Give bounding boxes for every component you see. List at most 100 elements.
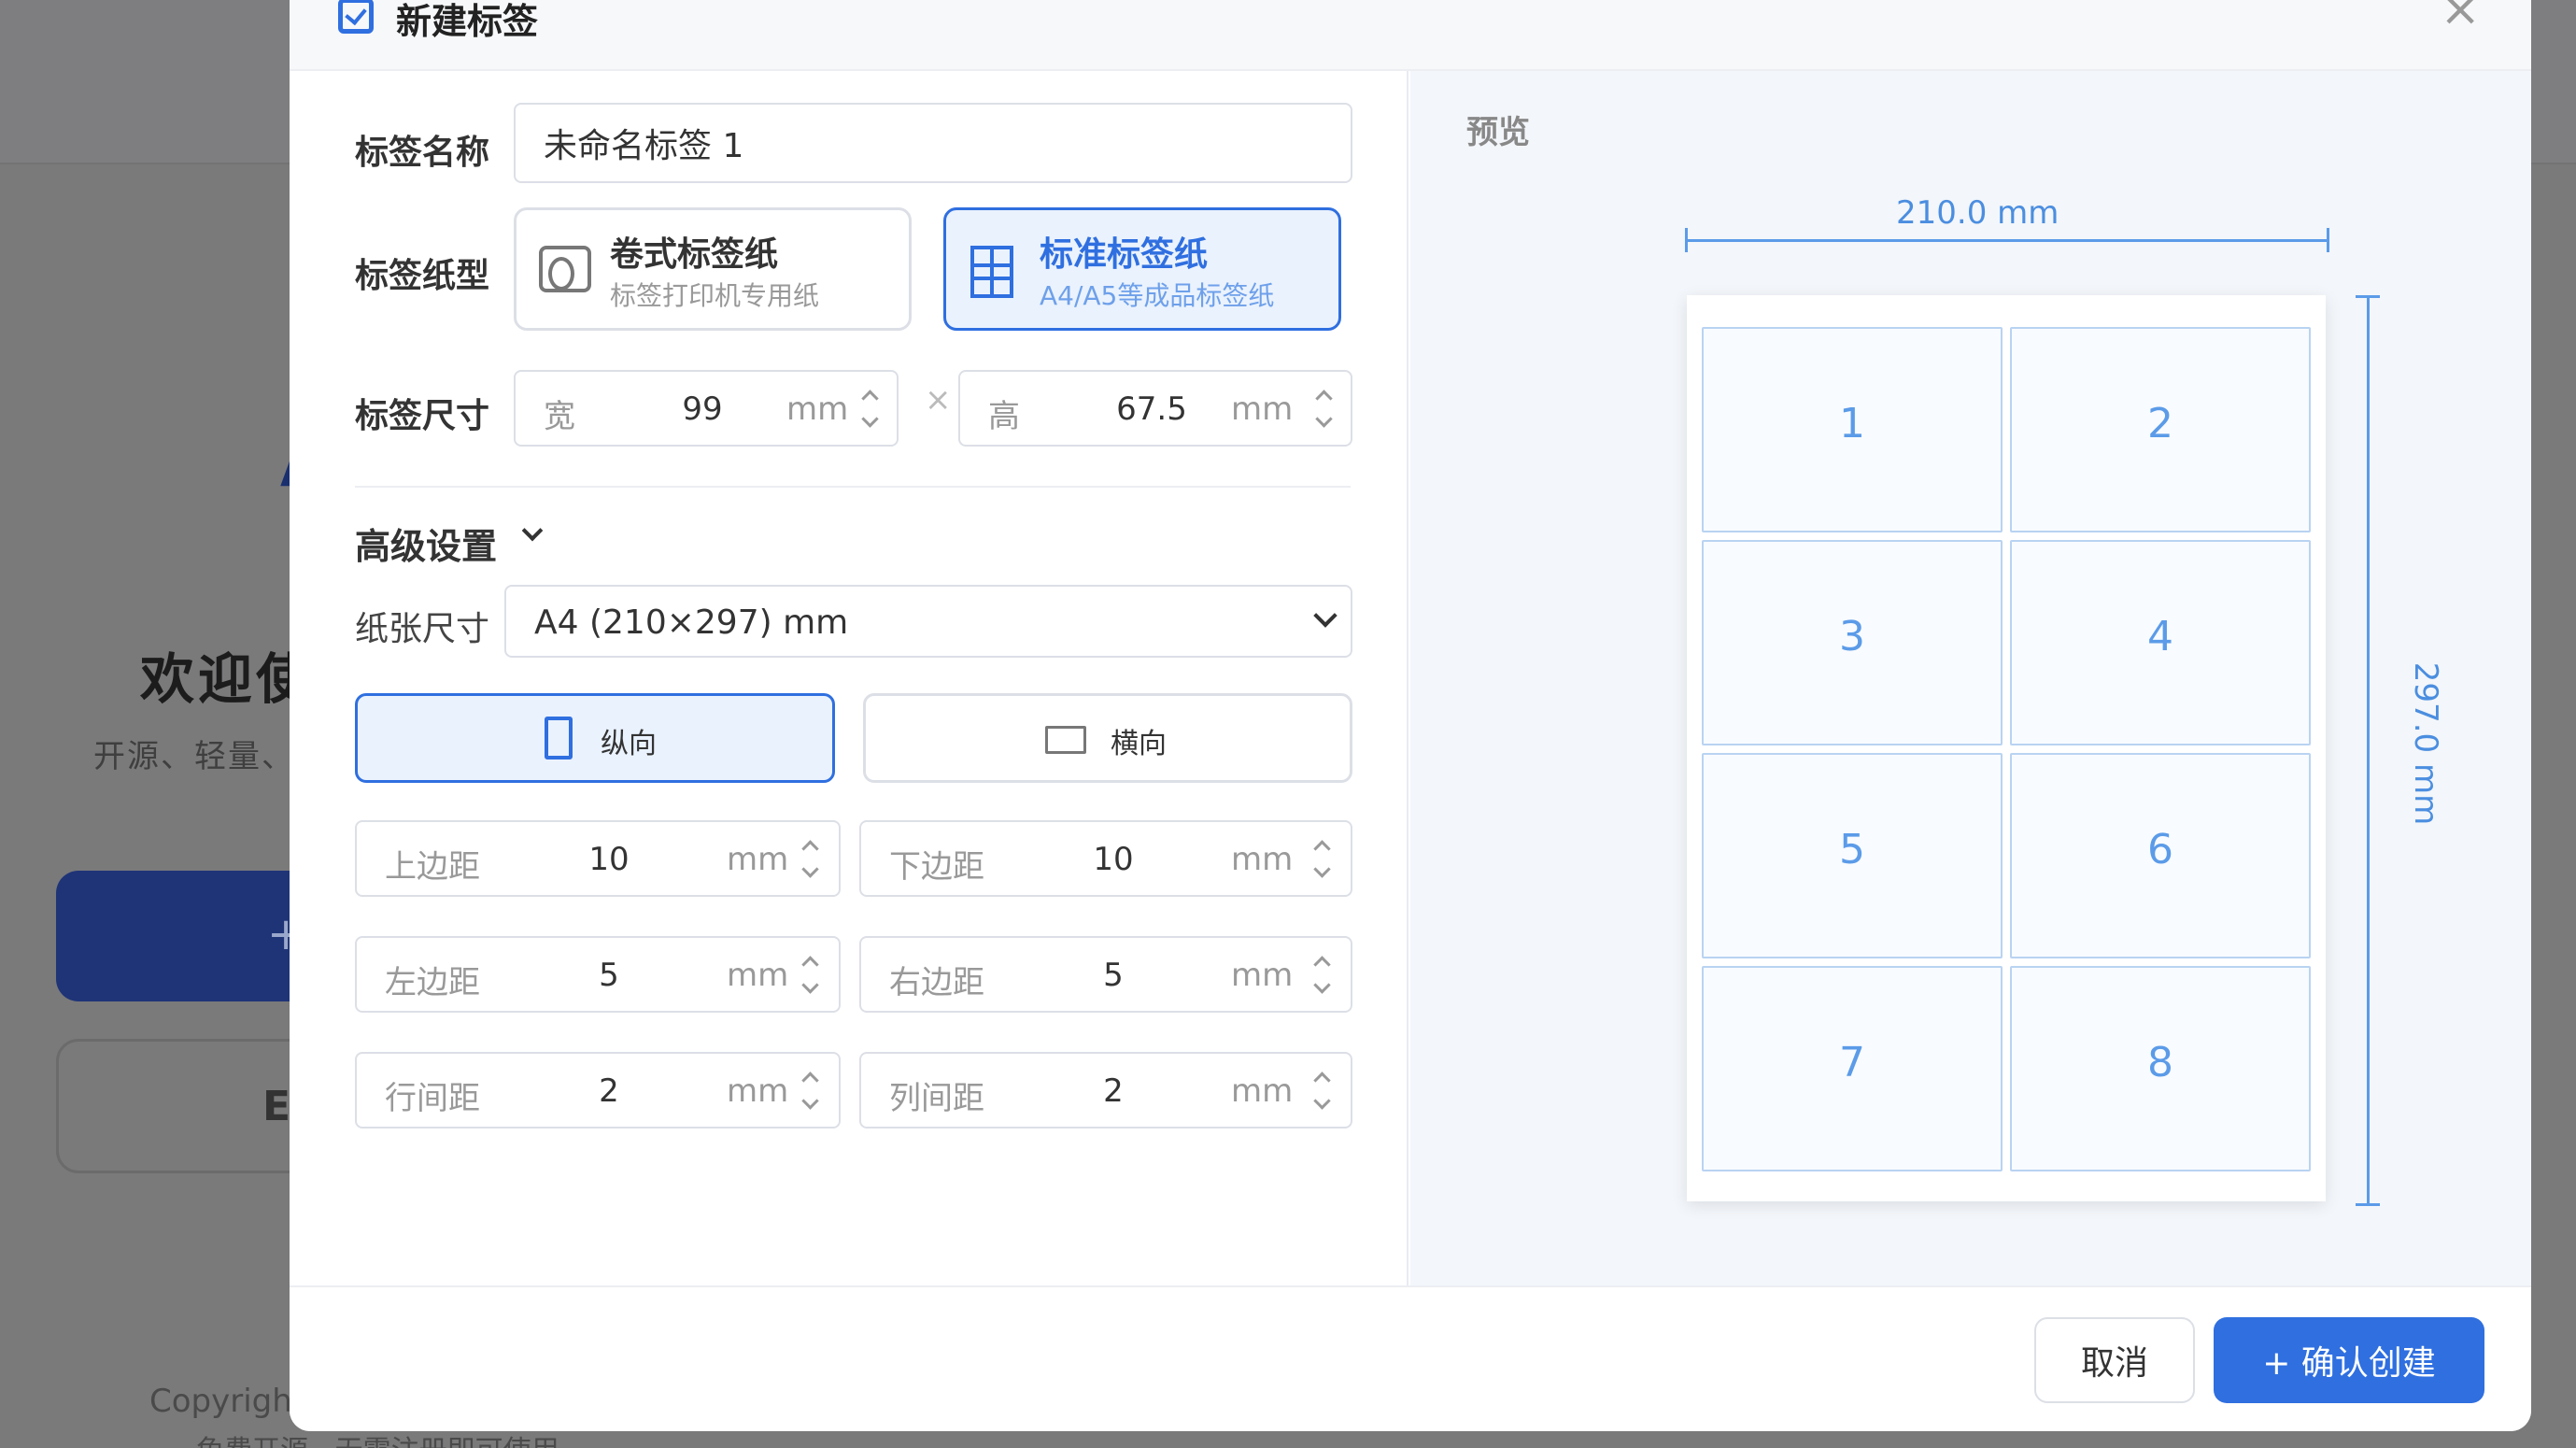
preview-panel: 预览 210.0 mm 297.0 mm 1 2 3 4 5 6 7 8 [1410, 71, 2531, 1285]
margin-left-input[interactable]: 左边距 5 mm [355, 936, 841, 1013]
confirm-create-button[interactable]: + 确认创建 [2214, 1317, 2484, 1403]
margin-bottom-input[interactable]: 下边距 10 mm [859, 820, 1352, 897]
orientation-portrait-button[interactable]: 纵向 [355, 693, 835, 783]
background-secondary-button: E [56, 1039, 318, 1173]
preview-width-dimension-line [1685, 228, 2329, 252]
margin-right-label: 右边距 [889, 964, 984, 1001]
label-size-label: 标签尺寸 [355, 397, 490, 435]
paper-type-roll-option[interactable]: 卷式标签纸 标签打印机专用纸 [514, 207, 912, 331]
margin-top-stepper[interactable] [800, 835, 820, 884]
preview-label-number: 3 [1839, 613, 1865, 660]
preview-label-cell: 3 [1702, 540, 2003, 745]
preview-label-cell: 8 [2010, 966, 2311, 1171]
chevron-down-icon [1313, 603, 1338, 628]
cancel-button[interactable]: 取消 [2034, 1317, 2195, 1403]
preview-height-dimension-line [2356, 295, 2380, 1206]
divider [355, 486, 1351, 488]
orientation-portrait-label: 纵向 [601, 728, 657, 760]
preview-label-cell: 4 [2010, 540, 2311, 745]
paper-type-roll-title: 卷式标签纸 [610, 235, 779, 274]
margin-left-value: 5 [599, 957, 619, 994]
label-height-prefix: 高 [988, 398, 1020, 435]
paper-size-label: 纸张尺寸 [355, 610, 490, 648]
preview-label-cell: 6 [2010, 753, 2311, 958]
label-height-input[interactable]: 高 67.5 mm [958, 370, 1352, 447]
margin-left-stepper[interactable] [800, 951, 820, 1000]
orientation-landscape-label: 横向 [1111, 728, 1167, 760]
label-width-input[interactable]: 宽 99 mm [514, 370, 899, 447]
dialog-header: 新建标签 × [290, 0, 2531, 71]
background-footer-copyright: Copyright [149, 1383, 305, 1420]
preview-title: 预览 [1466, 114, 1530, 151]
checkbox-icon [338, 0, 374, 34]
margin-right-value: 5 [1103, 957, 1124, 994]
margin-bottom-stepper[interactable] [1311, 835, 1332, 884]
preview-paper-sheet: 1 2 3 4 5 6 7 8 [1687, 295, 2326, 1201]
paper-size-select[interactable]: A4 (210×297) mm [504, 585, 1352, 658]
preview-label-number: 8 [2147, 1039, 2173, 1086]
label-width-unit: mm [786, 390, 849, 428]
preview-label-cell: 7 [1702, 966, 2003, 1171]
label-height-value: 67.5 [1116, 390, 1187, 428]
landscape-icon [1045, 726, 1086, 754]
paper-type-standard-option[interactable]: 标准标签纸 A4/A5等成品标签纸 [943, 207, 1341, 331]
orientation-landscape-button[interactable]: 横向 [863, 693, 1352, 783]
dialog-title: 新建标签 [396, 1, 539, 42]
size-times-symbol: × [925, 381, 952, 419]
grid-sheet-icon [970, 246, 1013, 298]
background-primary-button: + [56, 871, 318, 1001]
preview-label-number: 5 [1839, 826, 1865, 873]
label-height-unit: mm [1231, 390, 1294, 428]
paper-type-label: 标签纸型 [355, 257, 490, 295]
background-secondary-button-label: E [262, 1083, 291, 1130]
advanced-settings-toggle[interactable]: 高级设置 [355, 518, 497, 569]
margin-right-input[interactable]: 右边距 5 mm [859, 936, 1352, 1013]
preview-label-number: 7 [1839, 1039, 1865, 1086]
preview-label-cell: 5 [1702, 753, 2003, 958]
margin-left-unit: mm [727, 957, 789, 994]
settings-panel: 标签名称 未命名标签 1 标签纸型 卷式标签纸 标签打印机专用纸 标准标签纸 A… [290, 71, 1408, 1285]
preview-label-cell: 1 [1702, 327, 2003, 532]
paper-type-roll-subtitle: 标签打印机专用纸 [610, 280, 820, 311]
margin-top-input[interactable]: 上边距 10 mm [355, 820, 841, 897]
margin-right-unit: mm [1231, 957, 1294, 994]
column-spacing-stepper[interactable] [1311, 1067, 1332, 1115]
column-spacing-input[interactable]: 列间距 2 mm [859, 1052, 1352, 1129]
background-welcome-title: 欢迎使 [140, 647, 315, 711]
new-label-dialog: 新建标签 × 标签名称 未命名标签 1 标签纸型 卷式标签纸 标签打印机专用纸 … [290, 0, 2531, 1431]
preview-label-number: 1 [1839, 400, 1865, 447]
dialog-footer: 取消 + 确认创建 [290, 1285, 2531, 1431]
chevron-down-icon[interactable] [521, 519, 544, 542]
row-spacing-value: 2 [599, 1072, 619, 1110]
label-height-stepper[interactable] [1313, 385, 1334, 433]
preview-height-dimension: 297.0 mm [2407, 661, 2445, 826]
margin-left-label: 左边距 [385, 964, 480, 1001]
column-spacing-unit: mm [1231, 1072, 1294, 1110]
row-spacing-unit: mm [727, 1072, 789, 1110]
background-subtitle: 开源、轻量、 [93, 738, 295, 775]
preview-label-number: 4 [2147, 613, 2173, 660]
row-spacing-input[interactable]: 行间距 2 mm [355, 1052, 841, 1129]
label-width-stepper[interactable] [859, 385, 880, 433]
margin-top-unit: mm [727, 841, 789, 878]
preview-label-cell: 2 [2010, 327, 2311, 532]
label-name-input[interactable]: 未命名标签 1 [514, 103, 1352, 183]
label-width-value: 99 [682, 390, 723, 428]
paper-size-value: A4 (210×297) mm [534, 603, 849, 642]
row-spacing-stepper[interactable] [800, 1067, 820, 1115]
roll-paper-icon [539, 246, 591, 292]
margin-bottom-unit: mm [1231, 841, 1294, 878]
margin-bottom-label: 下边距 [889, 848, 984, 886]
column-spacing-label: 列间距 [889, 1080, 984, 1117]
margin-bottom-value: 10 [1093, 841, 1134, 878]
preview-label-number: 6 [2147, 826, 2173, 873]
portrait-icon [545, 717, 573, 759]
column-spacing-value: 2 [1103, 1072, 1124, 1110]
margin-right-stepper[interactable] [1311, 951, 1332, 1000]
label-name-value: 未命名标签 1 [544, 127, 744, 165]
preview-width-dimension: 210.0 mm [1896, 194, 2059, 232]
preview-label-number: 2 [2147, 400, 2173, 447]
margin-top-value: 10 [588, 841, 630, 878]
close-icon[interactable]: × [2440, 0, 2481, 34]
margin-top-label: 上边距 [385, 848, 480, 886]
